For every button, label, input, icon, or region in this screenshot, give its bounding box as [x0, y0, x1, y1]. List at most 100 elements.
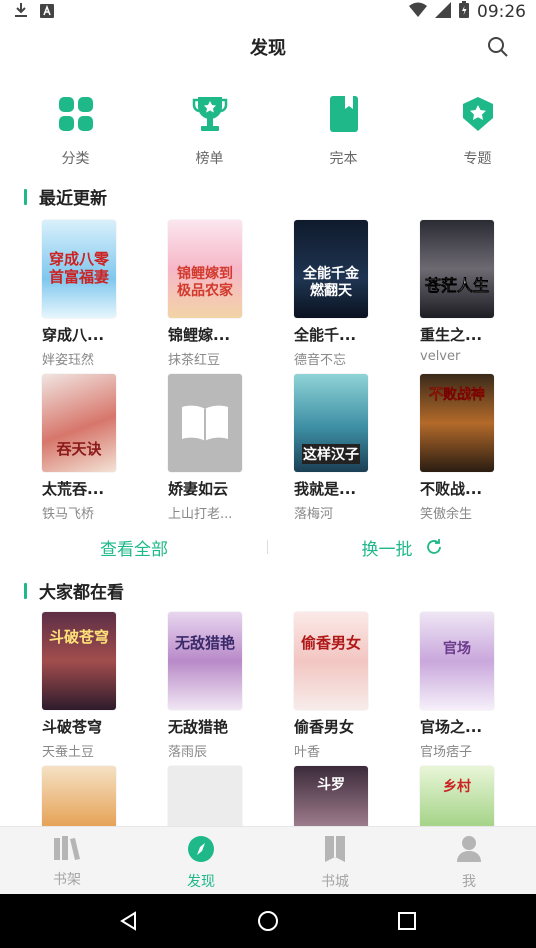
cover-title-text: 偷香男女 [300, 634, 361, 652]
book-author: 笑傲余生 [420, 507, 473, 522]
book-item[interactable]: 穿成八零 首富福妻 穿成八... 姅姿珏然 [42, 220, 142, 368]
tab-label: 书架 [53, 872, 81, 888]
book-item[interactable]: 不败战神 不败战... 笑傲余生 [420, 374, 520, 522]
book-title: 偷香男女 [294, 718, 355, 736]
cover-title-text: 斗破苍穹 [48, 628, 109, 646]
quick-nav-label: 完本 [329, 151, 358, 167]
cover-title-text: 乡村 [443, 779, 471, 795]
book-title: 娇妻如云 [168, 480, 229, 498]
book-cover: 全能千金 燃翻天 [294, 220, 368, 318]
book-item[interactable]: 苍茫人生 重生之... velver [420, 220, 520, 364]
download-icon [14, 2, 28, 22]
book-title: 太荒吞... [42, 480, 105, 498]
book-item[interactable]: 无敌猎艳 无敌猎艳 落雨辰 [168, 612, 268, 760]
quick-nav-label: 专题 [463, 151, 492, 167]
quick-nav-label: 榜单 [195, 151, 224, 167]
section-recent-title: 最近更新 [24, 184, 107, 209]
book-item[interactable]: 全能千金 燃翻天 全能千... 德音不忘 [294, 220, 394, 368]
book-item[interactable]: 偷香男女 偷香男女 叶香 [294, 612, 394, 760]
book-cover: 这样汉子 [294, 374, 368, 472]
refresh-label: 换一批 [361, 539, 413, 560]
book-cover: 苍茫人生 [420, 220, 494, 318]
action-divider [267, 540, 268, 554]
book-author: 叶香 [294, 745, 321, 760]
page-title: 发现 [250, 38, 286, 59]
refresh-batch-button[interactable]: 换一批 [268, 535, 536, 560]
a-notification-icon [40, 3, 54, 22]
book-title: 不败战... [420, 480, 483, 498]
cover-title-text: 这样汉子 [302, 444, 360, 464]
system-back-button[interactable] [109, 901, 149, 941]
battery-icon [459, 1, 469, 23]
tab-label: 发现 [187, 874, 215, 890]
compass-icon [188, 836, 214, 862]
tab-label: 书城 [321, 874, 349, 890]
book-cover: 无敌猎艳 [168, 612, 242, 710]
section-accent-bar [24, 582, 27, 599]
trophy-icon [190, 92, 230, 136]
home-circle-icon [257, 911, 278, 931]
quick-nav-topics[interactable]: 专题 [419, 92, 536, 168]
book-item[interactable]: 这样汉子 我就是... 落梅河 [294, 374, 394, 522]
quick-nav-category[interactable]: 分类 [17, 92, 134, 168]
book-title: 无敌猎艳 [168, 718, 229, 736]
quick-nav-label: 分类 [61, 151, 90, 167]
cover-title-text: 斗罗 [317, 777, 345, 793]
system-home-button[interactable] [248, 901, 288, 941]
book-author: 铁马飞桥 [42, 507, 95, 522]
recents-square-icon [397, 912, 416, 930]
book-item[interactable]: 锦鲤嫁到 极品农家 锦鲤嫁... 抹茶红豆 [168, 220, 268, 368]
search-button[interactable] [484, 33, 512, 61]
book-cover: 不败战神 [420, 374, 494, 472]
book-author: 抹茶红豆 [168, 353, 221, 368]
back-triangle-icon [120, 911, 137, 931]
quick-nav-ranking[interactable]: 榜单 [151, 92, 268, 168]
book-item[interactable]: 官场 官场之... 官场痞子 [420, 612, 520, 760]
signal-icon [435, 1, 451, 23]
category-grid-icon [56, 92, 96, 136]
tab-bookshelf[interactable]: 书架 [0, 827, 134, 894]
cover-title-text: 吞天诀 [56, 440, 102, 458]
book-author: 落雨辰 [168, 745, 208, 760]
book-title: 锦鲤嫁... [168, 326, 231, 344]
bookmark-book-icon [324, 92, 364, 136]
book-title: 斗破苍穹 [42, 718, 103, 736]
clock: 09:26 [477, 2, 526, 22]
recent-actions: 查看全部 换一批 [0, 530, 536, 564]
search-icon [488, 37, 508, 57]
view-all-button[interactable]: 查看全部 [0, 535, 268, 560]
book-item[interactable]: 吞天诀 太荒吞... 铁马飞桥 [42, 374, 142, 522]
quick-nav: 分类 榜单 完本 专题 [0, 92, 536, 168]
book-author: 落梅河 [294, 507, 334, 522]
star-badge-icon [458, 92, 498, 136]
book-author: 官场痞子 [420, 745, 473, 760]
refresh-icon [426, 539, 441, 554]
book-title: 穿成八... [42, 326, 105, 344]
section-accent-bar [24, 188, 27, 205]
book-placeholder-icon [182, 405, 228, 441]
book-title: 重生之... [420, 326, 483, 344]
book-cover: 官场 [420, 612, 494, 710]
section-popular-title: 大家都在看 [24, 578, 124, 603]
book-item[interactable]: 斗破苍穹 斗破苍穹 天蚕土豆 [42, 612, 142, 760]
section-heading: 最近更新 [39, 189, 107, 209]
tab-bookstore[interactable]: 书城 [268, 827, 402, 894]
quick-nav-completed[interactable]: 完本 [285, 92, 402, 168]
tab-discover[interactable]: 发现 [134, 827, 268, 894]
system-nav-bar [0, 894, 536, 948]
book-item[interactable]: 娇妻如云 上山打老... [168, 374, 268, 522]
bottom-nav: 书架 发现 书城 我 [0, 826, 536, 894]
wifi-icon [409, 2, 427, 23]
book-author: velver [420, 349, 461, 364]
book-author: 德音不忘 [294, 353, 347, 368]
status-bar: 09:26 [0, 0, 536, 24]
cover-title-text: 不败战神 [429, 387, 485, 403]
book-title: 全能千... [294, 326, 357, 344]
system-recents-button[interactable] [387, 901, 427, 941]
tab-label: 我 [462, 874, 476, 890]
book-cover: 锦鲤嫁到 极品农家 [168, 220, 242, 318]
cover-title-text: 无敌猎艳 [174, 634, 235, 652]
book-store-icon [325, 836, 345, 862]
tab-me[interactable]: 我 [402, 827, 536, 894]
book-title: 我就是... [294, 480, 357, 498]
